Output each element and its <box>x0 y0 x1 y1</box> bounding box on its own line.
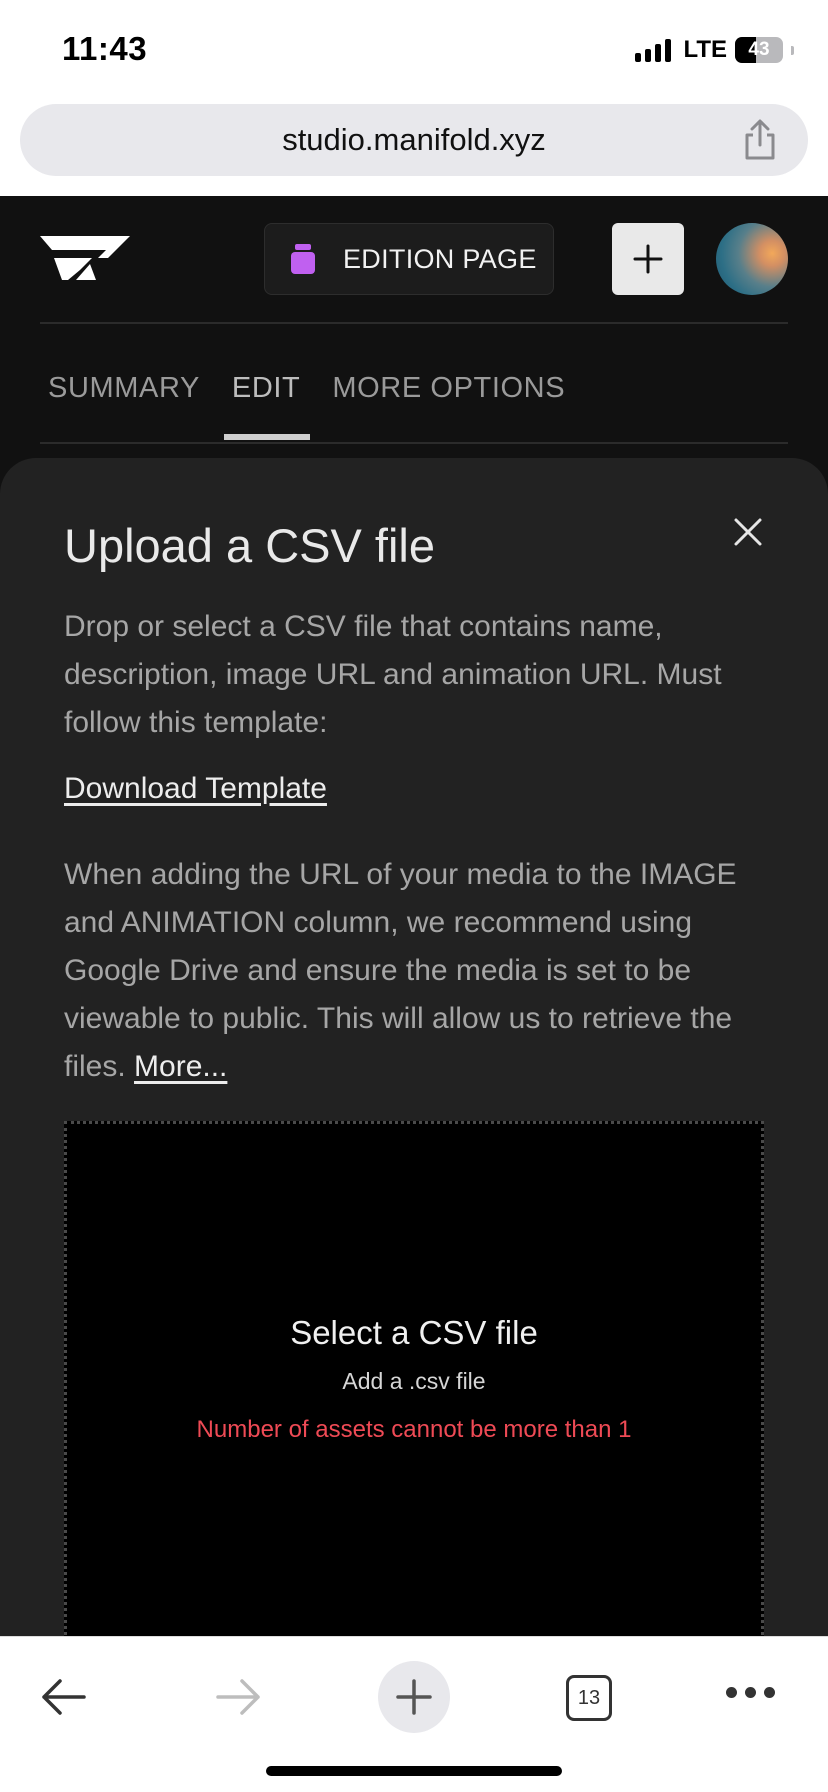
home-indicator <box>266 1766 562 1776</box>
edition-page-label: EDITION PAGE <box>343 243 537 274</box>
more-link[interactable]: More... <box>134 1050 227 1083</box>
share-icon[interactable] <box>738 118 782 162</box>
more-dots-icon[interactable] <box>726 1687 775 1698</box>
battery-icon: 43 <box>735 37 783 63</box>
forward-arrow-icon[interactable] <box>212 1675 264 1719</box>
plus-icon <box>396 1679 432 1715</box>
dropzone-title: Select a CSV file <box>290 1314 538 1351</box>
jar-icon <box>291 244 315 274</box>
back-arrow-icon[interactable] <box>38 1675 90 1719</box>
edition-page-button[interactable]: EDITION PAGE <box>264 223 554 295</box>
tab-bar: SUMMARY EDIT MORE OPTIONS <box>40 336 788 440</box>
tabs-divider <box>40 442 788 444</box>
tabs-button[interactable]: 13 <box>566 1675 612 1721</box>
status-indicators: LTE 43 <box>635 36 794 64</box>
modal-note: When adding the URL of your media to the… <box>64 851 774 1091</box>
battery-tip <box>791 45 794 55</box>
browser-address-area: studio.manifold.xyz <box>0 96 828 196</box>
tab-summary[interactable]: SUMMARY <box>48 336 200 440</box>
manifold-logo[interactable] <box>38 234 134 282</box>
csv-dropzone[interactable]: Select a CSV file Add a .csv file Number… <box>64 1121 764 1636</box>
network-type: LTE <box>683 36 727 63</box>
new-tab-button[interactable] <box>378 1661 450 1733</box>
modal-title: Upload a CSV file <box>64 519 435 572</box>
tab-more-options[interactable]: MORE OPTIONS <box>332 336 565 440</box>
battery-level: 43 <box>748 39 770 60</box>
app-content: EDITION PAGE SUMMARY EDIT MORE OPTIONS U… <box>0 196 828 1636</box>
cellular-signal-icon <box>635 38 672 62</box>
plus-icon <box>633 244 663 274</box>
app-header: EDITION PAGE <box>0 196 828 322</box>
dropzone-error: Number of assets cannot be more than 1 <box>196 1416 632 1443</box>
tab-edit[interactable]: EDIT <box>223 336 311 440</box>
close-icon[interactable] <box>730 514 766 550</box>
add-button[interactable] <box>612 223 684 295</box>
avatar[interactable] <box>716 223 788 295</box>
address-url: studio.manifold.xyz <box>282 122 546 157</box>
dropzone-subtitle: Add a .csv file <box>342 1368 486 1394</box>
address-bar[interactable]: studio.manifold.xyz <box>20 104 808 176</box>
header-divider <box>40 322 788 324</box>
download-template-link[interactable]: Download Template <box>64 772 327 806</box>
upload-csv-modal: Upload a CSV file Drop or select a CSV f… <box>0 458 828 1636</box>
status-time: 11:43 <box>62 30 148 67</box>
status-bar: 11:43 LTE 43 <box>0 0 828 96</box>
modal-description: Drop or select a CSV file that contains … <box>64 610 722 739</box>
